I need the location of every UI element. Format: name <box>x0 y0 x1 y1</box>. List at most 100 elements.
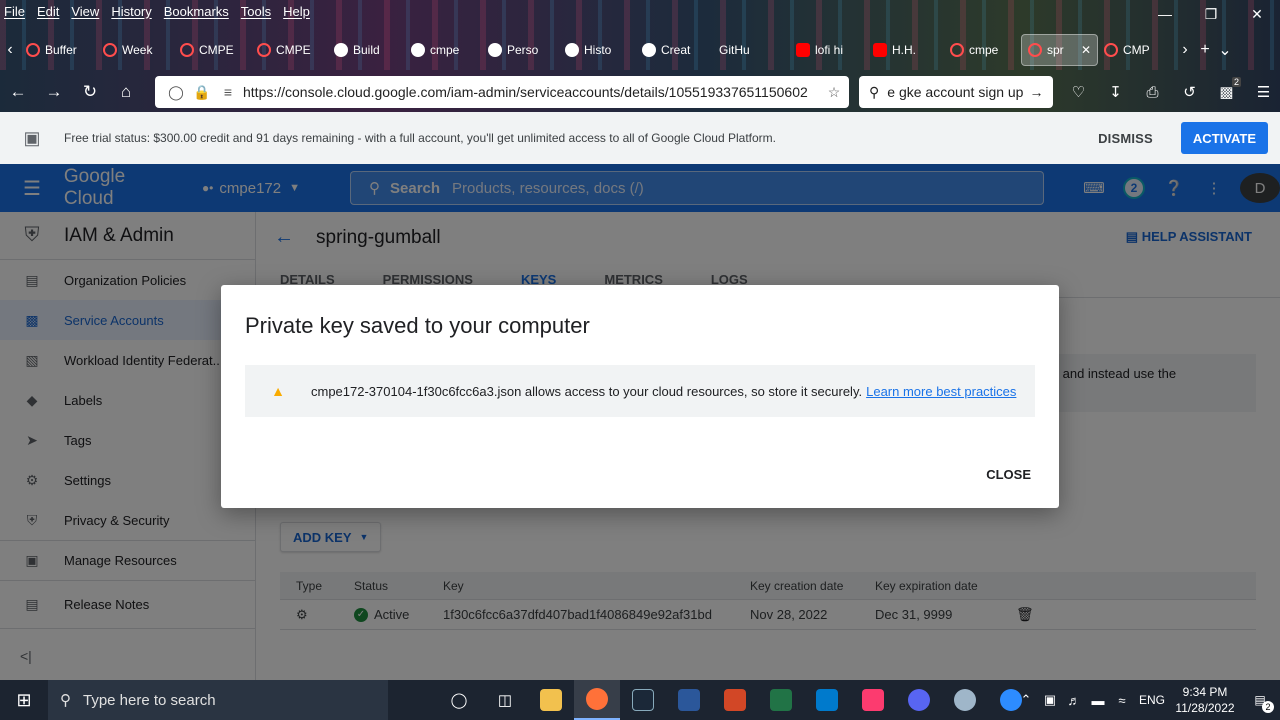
task-view-icon[interactable]: ◫ <box>482 680 528 720</box>
firefox-icon[interactable] <box>574 680 620 720</box>
browser-chrome: File Edit View History Bookmarks Tools H… <box>0 0 1280 112</box>
downloads-icon[interactable]: ↧ <box>1097 83 1134 101</box>
browser-tab[interactable]: H.H. <box>867 34 944 66</box>
github-icon <box>565 43 579 57</box>
browser-tab[interactable]: CMPE <box>251 34 328 66</box>
learn-more-link[interactable]: Learn more best practices <box>866 384 1016 399</box>
lock-icon[interactable]: 🔒 <box>191 84 213 101</box>
paint-icon[interactable] <box>942 680 988 720</box>
slack-icon <box>950 43 964 57</box>
browser-tab[interactable]: CMP <box>1098 34 1175 66</box>
github-icon <box>642 43 656 57</box>
menu-bar: File Edit View History Bookmarks Tools H… <box>0 0 322 22</box>
action-center-count: 2 <box>1262 701 1274 713</box>
battery-icon[interactable]: ▬ <box>1086 693 1110 708</box>
extensions-icon[interactable]: ▩ 2 <box>1208 77 1245 101</box>
discord-icon[interactable] <box>896 680 942 720</box>
close-tab-icon[interactable]: ✕ <box>1081 43 1091 57</box>
file-explorer-icon[interactable] <box>528 680 574 720</box>
shield-icon[interactable]: ◯ <box>165 84 187 101</box>
tab-favicon-icon <box>103 43 117 57</box>
steam-icon[interactable] <box>620 680 666 720</box>
url-text[interactable]: https://console.cloud.google.com/iam-adm… <box>243 84 823 100</box>
menu-history[interactable]: History <box>111 4 151 19</box>
tab-scroll-right-icon[interactable]: › <box>1175 41 1195 59</box>
back-icon[interactable]: ← <box>0 74 36 110</box>
tab-list-icon[interactable]: ⌄ <box>1215 40 1235 60</box>
cortana-icon[interactable]: ◯ <box>436 680 482 720</box>
browser-search-bar[interactable]: ⚲ e gke account sign up → <box>859 76 1053 108</box>
activate-button[interactable]: ACTIVATE <box>1180 122 1268 154</box>
vscode-icon[interactable] <box>804 680 850 720</box>
browser-tab[interactable]: cmpe <box>405 34 482 66</box>
pocket-icon[interactable]: ♡ <box>1060 83 1097 101</box>
wifi-icon[interactable]: ≈ <box>1110 693 1134 708</box>
browser-tab[interactable]: cmpe <box>944 34 1021 66</box>
browser-tab[interactable]: Creat <box>636 34 713 66</box>
drive-icon <box>1104 43 1118 57</box>
word-icon[interactable] <box>666 680 712 720</box>
windows-start-icon[interactable]: ⊞ <box>0 690 48 711</box>
action-center-icon[interactable]: ▤ 2 <box>1240 693 1280 713</box>
menu-help[interactable]: Help <box>283 4 310 19</box>
volume-icon[interactable]: ♬ <box>1062 693 1086 708</box>
menu-tools[interactable]: Tools <box>241 4 271 19</box>
meet-now-icon[interactable]: ▣ <box>1038 692 1062 708</box>
reload-icon[interactable]: ↻ <box>72 74 108 110</box>
trial-banner: ▣ Free trial status: $300.00 credit and … <box>0 112 1280 164</box>
browser-tab[interactable]: Week <box>97 34 174 66</box>
trial-message: Free trial status: $300.00 credit and 91… <box>64 131 776 145</box>
google-cloud-icon <box>1028 43 1042 57</box>
warning-icon: ▲ <box>271 383 285 399</box>
close-window-icon[interactable]: ✕ <box>1234 0 1280 30</box>
permissions-icon[interactable]: ≡ <box>217 84 239 100</box>
clock[interactable]: 9:34 PM 11/28/2022 <box>1170 684 1240 716</box>
taskbar: ⊞ ⚲ Type here to search ◯ ◫ ⌃ ▣ ♬ ▬ ≈ EN… <box>0 680 1280 720</box>
browser-tab-active[interactable]: spr ✕ <box>1021 34 1098 66</box>
history-icon[interactable]: ↺ <box>1171 83 1208 101</box>
search-icon: ⚲ <box>60 692 71 709</box>
excel-icon[interactable] <box>758 680 804 720</box>
minimize-icon[interactable]: — <box>1142 0 1188 30</box>
tab-scroll-left-icon[interactable]: ‹ <box>0 41 20 59</box>
menu-view[interactable]: View <box>71 4 99 19</box>
language-indicator[interactable]: ENG <box>1134 693 1170 707</box>
browser-tab[interactable]: CMPE <box>174 34 251 66</box>
menu-file[interactable]: File <box>4 4 25 19</box>
system-tray: ⌃ ▣ ♬ ▬ ≈ ENG 9:34 PM 11/28/2022 ▤ 2 <box>1014 680 1280 720</box>
powerpoint-icon[interactable] <box>712 680 758 720</box>
github-icon <box>334 43 348 57</box>
gift-icon: ▣ <box>23 127 41 148</box>
home-icon[interactable]: ⌂ <box>108 74 144 110</box>
browser-search-text[interactable]: e gke account sign up <box>887 84 1023 100</box>
bookmark-star-icon[interactable]: ☆ <box>823 84 845 101</box>
app-menu-icon[interactable]: ☰ <box>1245 83 1280 101</box>
restore-icon[interactable]: ❐ <box>1188 0 1234 30</box>
github-icon <box>488 43 502 57</box>
browser-tab[interactable]: Build <box>328 34 405 66</box>
tab-strip: ‹ Buffer Week CMPE CMPE Build cmpe Perso… <box>0 32 1280 68</box>
print-icon[interactable]: ⎙ <box>1134 84 1171 101</box>
tray-expand-icon[interactable]: ⌃ <box>1014 692 1038 708</box>
tab-favicon-icon <box>180 43 194 57</box>
forward-icon[interactable]: → <box>36 74 72 110</box>
browser-tab[interactable]: GitHu <box>713 34 790 66</box>
youtube-icon <box>796 43 810 57</box>
browser-tab[interactable]: lofi hi <box>790 34 867 66</box>
tab-favicon-icon <box>26 43 40 57</box>
menu-edit[interactable]: Edit <box>37 4 59 19</box>
url-bar[interactable]: ◯ 🔒 ≡ https://console.cloud.google.com/i… <box>155 76 849 108</box>
new-tab-icon[interactable]: + <box>1195 41 1215 59</box>
window-controls: — ❐ ✕ <box>1142 0 1280 30</box>
dismiss-button[interactable]: DISMISS <box>1098 131 1153 146</box>
menu-bookmarks[interactable]: Bookmarks <box>164 4 229 19</box>
taskbar-search-placeholder: Type here to search <box>83 691 216 709</box>
browser-tab[interactable]: Buffer <box>20 34 97 66</box>
search-go-icon[interactable]: → <box>1029 84 1043 100</box>
close-button[interactable]: CLOSE <box>986 467 1031 482</box>
browser-toolbar: ♡ ↧ ⎙ ↺ ▩ 2 ☰ <box>1060 72 1280 112</box>
browser-tab[interactable]: Histo <box>559 34 636 66</box>
intellij-icon[interactable] <box>850 680 896 720</box>
browser-tab[interactable]: Perso <box>482 34 559 66</box>
taskbar-search[interactable]: ⚲ Type here to search <box>48 680 388 720</box>
